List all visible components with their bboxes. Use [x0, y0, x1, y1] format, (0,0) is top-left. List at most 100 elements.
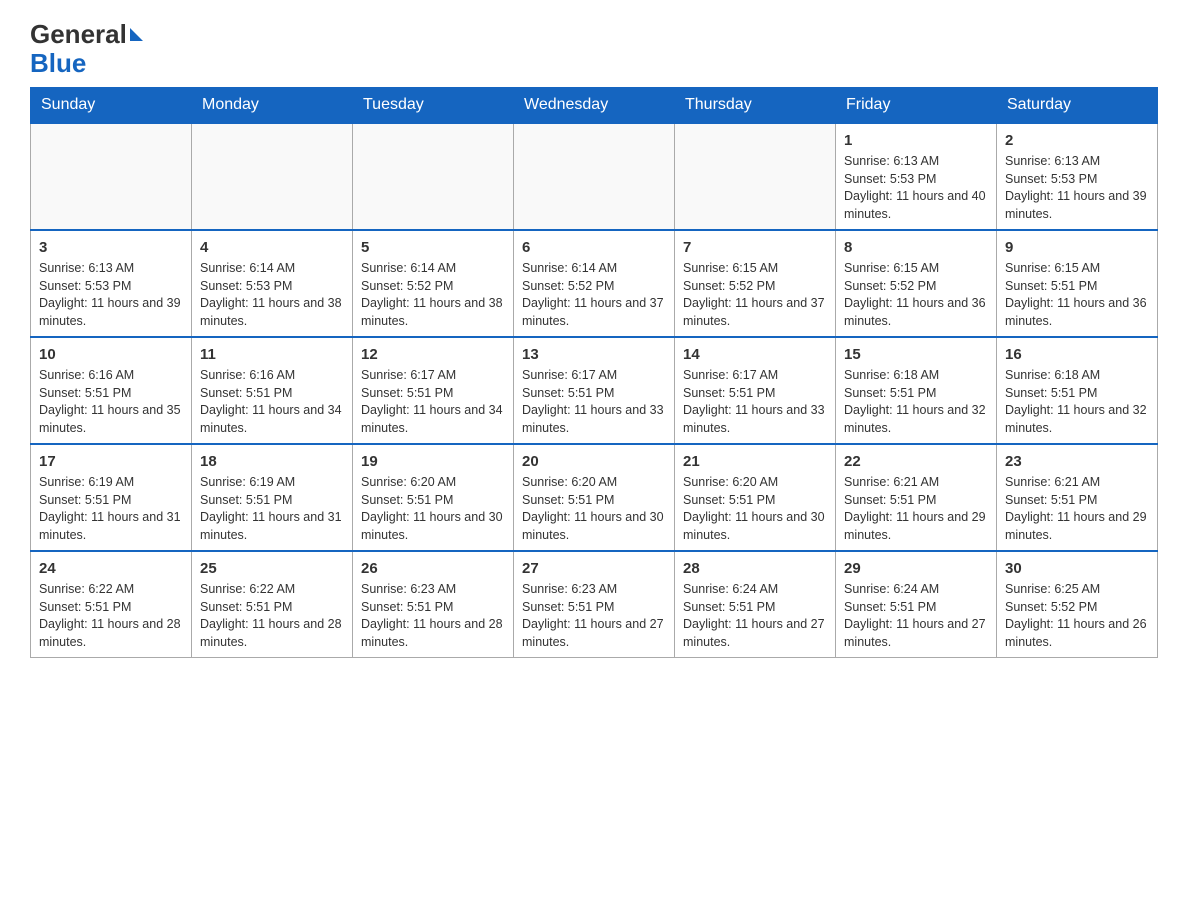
calendar-day-cell: 23Sunrise: 6:21 AM Sunset: 5:51 PM Dayli…: [997, 444, 1158, 551]
calendar-day-cell: 2Sunrise: 6:13 AM Sunset: 5:53 PM Daylig…: [997, 123, 1158, 230]
calendar-day-cell: 3Sunrise: 6:13 AM Sunset: 5:53 PM Daylig…: [31, 230, 192, 337]
day-info: Sunrise: 6:22 AM Sunset: 5:51 PM Dayligh…: [200, 581, 344, 651]
calendar-day-cell: 14Sunrise: 6:17 AM Sunset: 5:51 PM Dayli…: [675, 337, 836, 444]
day-number: 7: [683, 237, 827, 258]
calendar-day-cell: 24Sunrise: 6:22 AM Sunset: 5:51 PM Dayli…: [31, 551, 192, 658]
day-of-week-header: Sunday: [31, 88, 192, 124]
calendar-week-row: 1Sunrise: 6:13 AM Sunset: 5:53 PM Daylig…: [31, 123, 1158, 230]
day-number: 19: [361, 451, 505, 472]
calendar-day-cell: 5Sunrise: 6:14 AM Sunset: 5:52 PM Daylig…: [353, 230, 514, 337]
day-info: Sunrise: 6:17 AM Sunset: 5:51 PM Dayligh…: [683, 367, 827, 437]
calendar-day-cell: 4Sunrise: 6:14 AM Sunset: 5:53 PM Daylig…: [192, 230, 353, 337]
day-info: Sunrise: 6:15 AM Sunset: 5:52 PM Dayligh…: [844, 260, 988, 330]
day-info: Sunrise: 6:14 AM Sunset: 5:52 PM Dayligh…: [361, 260, 505, 330]
calendar-header: SundayMondayTuesdayWednesdayThursdayFrid…: [31, 88, 1158, 124]
calendar-day-cell: [192, 123, 353, 230]
calendar-day-cell: 25Sunrise: 6:22 AM Sunset: 5:51 PM Dayli…: [192, 551, 353, 658]
day-info: Sunrise: 6:15 AM Sunset: 5:52 PM Dayligh…: [683, 260, 827, 330]
calendar-day-cell: 29Sunrise: 6:24 AM Sunset: 5:51 PM Dayli…: [836, 551, 997, 658]
day-number: 13: [522, 344, 666, 365]
calendar-day-cell: 28Sunrise: 6:24 AM Sunset: 5:51 PM Dayli…: [675, 551, 836, 658]
day-number: 1: [844, 130, 988, 151]
day-info: Sunrise: 6:24 AM Sunset: 5:51 PM Dayligh…: [844, 581, 988, 651]
day-number: 26: [361, 558, 505, 579]
calendar-day-cell: 6Sunrise: 6:14 AM Sunset: 5:52 PM Daylig…: [514, 230, 675, 337]
day-of-week-header: Monday: [192, 88, 353, 124]
calendar-day-cell: 7Sunrise: 6:15 AM Sunset: 5:52 PM Daylig…: [675, 230, 836, 337]
calendar-day-cell: 27Sunrise: 6:23 AM Sunset: 5:51 PM Dayli…: [514, 551, 675, 658]
day-info: Sunrise: 6:19 AM Sunset: 5:51 PM Dayligh…: [200, 474, 344, 544]
calendar-day-cell: 10Sunrise: 6:16 AM Sunset: 5:51 PM Dayli…: [31, 337, 192, 444]
day-number: 10: [39, 344, 183, 365]
calendar-day-cell: [514, 123, 675, 230]
day-info: Sunrise: 6:14 AM Sunset: 5:53 PM Dayligh…: [200, 260, 344, 330]
calendar-day-cell: 30Sunrise: 6:25 AM Sunset: 5:52 PM Dayli…: [997, 551, 1158, 658]
day-info: Sunrise: 6:13 AM Sunset: 5:53 PM Dayligh…: [844, 153, 988, 223]
logo: General Blue: [30, 20, 143, 77]
calendar-day-cell: 8Sunrise: 6:15 AM Sunset: 5:52 PM Daylig…: [836, 230, 997, 337]
calendar-day-cell: 15Sunrise: 6:18 AM Sunset: 5:51 PM Dayli…: [836, 337, 997, 444]
day-info: Sunrise: 6:20 AM Sunset: 5:51 PM Dayligh…: [361, 474, 505, 544]
day-number: 29: [844, 558, 988, 579]
day-info: Sunrise: 6:17 AM Sunset: 5:51 PM Dayligh…: [361, 367, 505, 437]
day-info: Sunrise: 6:18 AM Sunset: 5:51 PM Dayligh…: [844, 367, 988, 437]
day-number: 25: [200, 558, 344, 579]
day-info: Sunrise: 6:25 AM Sunset: 5:52 PM Dayligh…: [1005, 581, 1149, 651]
header-row: SundayMondayTuesdayWednesdayThursdayFrid…: [31, 88, 1158, 124]
day-info: Sunrise: 6:13 AM Sunset: 5:53 PM Dayligh…: [39, 260, 183, 330]
calendar-day-cell: 9Sunrise: 6:15 AM Sunset: 5:51 PM Daylig…: [997, 230, 1158, 337]
day-number: 14: [683, 344, 827, 365]
day-info: Sunrise: 6:20 AM Sunset: 5:51 PM Dayligh…: [683, 474, 827, 544]
day-info: Sunrise: 6:15 AM Sunset: 5:51 PM Dayligh…: [1005, 260, 1149, 330]
day-info: Sunrise: 6:14 AM Sunset: 5:52 PM Dayligh…: [522, 260, 666, 330]
day-number: 22: [844, 451, 988, 472]
calendar-day-cell: 1Sunrise: 6:13 AM Sunset: 5:53 PM Daylig…: [836, 123, 997, 230]
day-info: Sunrise: 6:24 AM Sunset: 5:51 PM Dayligh…: [683, 581, 827, 651]
day-number: 3: [39, 237, 183, 258]
day-number: 6: [522, 237, 666, 258]
calendar-week-row: 17Sunrise: 6:19 AM Sunset: 5:51 PM Dayli…: [31, 444, 1158, 551]
day-number: 30: [1005, 558, 1149, 579]
day-number: 12: [361, 344, 505, 365]
day-info: Sunrise: 6:21 AM Sunset: 5:51 PM Dayligh…: [1005, 474, 1149, 544]
calendar-day-cell: 17Sunrise: 6:19 AM Sunset: 5:51 PM Dayli…: [31, 444, 192, 551]
calendar-week-row: 10Sunrise: 6:16 AM Sunset: 5:51 PM Dayli…: [31, 337, 1158, 444]
calendar-day-cell: [31, 123, 192, 230]
calendar-day-cell: 12Sunrise: 6:17 AM Sunset: 5:51 PM Dayli…: [353, 337, 514, 444]
day-number: 4: [200, 237, 344, 258]
day-number: 18: [200, 451, 344, 472]
day-number: 15: [844, 344, 988, 365]
day-info: Sunrise: 6:16 AM Sunset: 5:51 PM Dayligh…: [200, 367, 344, 437]
calendar-day-cell: [353, 123, 514, 230]
page-header: General Blue: [30, 20, 1158, 77]
day-of-week-header: Thursday: [675, 88, 836, 124]
day-number: 27: [522, 558, 666, 579]
day-info: Sunrise: 6:17 AM Sunset: 5:51 PM Dayligh…: [522, 367, 666, 437]
day-number: 5: [361, 237, 505, 258]
day-number: 9: [1005, 237, 1149, 258]
day-number: 21: [683, 451, 827, 472]
day-number: 28: [683, 558, 827, 579]
calendar-day-cell: 26Sunrise: 6:23 AM Sunset: 5:51 PM Dayli…: [353, 551, 514, 658]
day-info: Sunrise: 6:22 AM Sunset: 5:51 PM Dayligh…: [39, 581, 183, 651]
calendar-day-cell: [675, 123, 836, 230]
day-number: 17: [39, 451, 183, 472]
day-info: Sunrise: 6:16 AM Sunset: 5:51 PM Dayligh…: [39, 367, 183, 437]
day-info: Sunrise: 6:23 AM Sunset: 5:51 PM Dayligh…: [361, 581, 505, 651]
day-number: 20: [522, 451, 666, 472]
day-of-week-header: Saturday: [997, 88, 1158, 124]
day-of-week-header: Tuesday: [353, 88, 514, 124]
day-of-week-header: Friday: [836, 88, 997, 124]
calendar-week-row: 24Sunrise: 6:22 AM Sunset: 5:51 PM Dayli…: [31, 551, 1158, 658]
day-number: 24: [39, 558, 183, 579]
day-info: Sunrise: 6:19 AM Sunset: 5:51 PM Dayligh…: [39, 474, 183, 544]
day-number: 8: [844, 237, 988, 258]
calendar-body: 1Sunrise: 6:13 AM Sunset: 5:53 PM Daylig…: [31, 123, 1158, 658]
calendar-day-cell: 13Sunrise: 6:17 AM Sunset: 5:51 PM Dayli…: [514, 337, 675, 444]
day-number: 16: [1005, 344, 1149, 365]
calendar-week-row: 3Sunrise: 6:13 AM Sunset: 5:53 PM Daylig…: [31, 230, 1158, 337]
calendar-day-cell: 16Sunrise: 6:18 AM Sunset: 5:51 PM Dayli…: [997, 337, 1158, 444]
calendar-day-cell: 11Sunrise: 6:16 AM Sunset: 5:51 PM Dayli…: [192, 337, 353, 444]
calendar-table: SundayMondayTuesdayWednesdayThursdayFrid…: [30, 87, 1158, 658]
logo-blue-text: Blue: [30, 49, 86, 78]
